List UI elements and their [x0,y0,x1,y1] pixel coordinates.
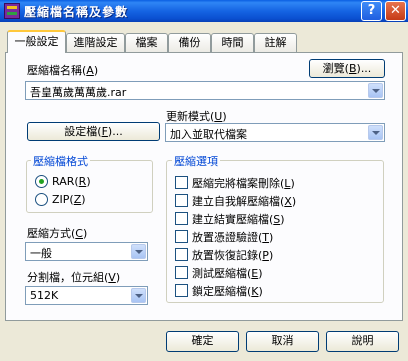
browse-button[interactable]: 瀏覽(B)... [309,59,385,78]
compression-method-label: 壓縮方式(C) [27,227,88,240]
chevron-down-icon[interactable] [131,244,146,259]
window-title: 壓縮檔名稱及參數 [24,5,129,19]
profiles-button[interactable]: 設定檔(F)... [27,122,160,141]
delete-after-archiving-label[interactable]: 壓縮完將檔案刪除(L) [192,175,295,191]
test-archive-label[interactable]: 測試壓縮檔(E) [192,265,263,281]
delete-after-archiving-checkbox[interactable] [175,176,188,189]
lock-archive-checkbox[interactable] [175,284,188,297]
archive-name-value: 吾皇萬歲萬萬歲.rar [30,86,127,99]
split-volumes-value: 512K [30,289,59,302]
archive-options-legend: 壓縮選項 [172,153,220,169]
archive-name-label: 壓縮檔名稱(A) [27,64,99,77]
lock-archive-label[interactable]: 鎖定壓縮檔(K) [192,283,263,299]
cancel-button[interactable]: 取消 [246,331,319,352]
update-mode-label: 更新模式(U) [166,110,227,123]
recovery-record-label[interactable]: 放置恢復記錄(P) [192,247,273,263]
create-solid-label[interactable]: 建立結實壓縮檔(S) [192,211,285,227]
archive-format-legend: 壓縮檔格式 [31,153,90,169]
update-mode-combo[interactable]: 加入並取代檔案 [165,123,385,142]
tab-general[interactable]: 一般設定 [7,30,66,53]
ok-button[interactable]: 確定 [166,331,239,352]
chevron-down-icon[interactable] [368,125,383,140]
chevron-down-icon[interactable] [131,288,146,303]
help-button[interactable]: 說明 [326,331,399,352]
create-sfx-checkbox[interactable] [175,194,188,207]
authenticity-verification-label[interactable]: 放置憑證驗證(T) [192,229,273,245]
tab-files[interactable]: 檔案 [125,33,168,52]
rar-radio-label[interactable]: RAR(R) [52,175,91,188]
compression-method-combo[interactable]: 一般 [25,242,148,261]
authenticity-verification-checkbox[interactable] [175,230,188,243]
create-solid-checkbox[interactable] [175,212,188,225]
zip-radio-label[interactable]: ZIP(Z) [52,193,86,206]
split-volumes-combo[interactable]: 512K [25,286,148,305]
close-button[interactable]: ✕ [385,1,406,21]
chevron-down-icon[interactable] [368,83,383,98]
tab-time[interactable]: 時間 [211,33,254,52]
title-bar: 壓縮檔名稱及參數 ? ✕ [0,0,408,22]
rar-radio[interactable] [35,175,48,188]
update-mode-value: 加入並取代檔案 [170,128,247,141]
zip-radio[interactable] [35,193,48,206]
test-archive-checkbox[interactable] [175,266,188,279]
tab-comment[interactable]: 註解 [254,33,297,52]
split-volumes-label: 分割檔，位元組(V) [27,271,121,284]
recovery-record-checkbox[interactable] [175,248,188,261]
tab-backup[interactable]: 備份 [168,33,211,52]
compression-method-value: 一般 [30,247,52,260]
archive-name-combo[interactable]: 吾皇萬歲萬萬歲.rar [25,81,385,100]
help-title-button[interactable]: ? [361,1,382,21]
create-sfx-label[interactable]: 建立自我解壓縮檔(X) [192,193,296,209]
tab-advanced[interactable]: 進階設定 [66,33,125,52]
winrar-app-icon [4,3,20,19]
